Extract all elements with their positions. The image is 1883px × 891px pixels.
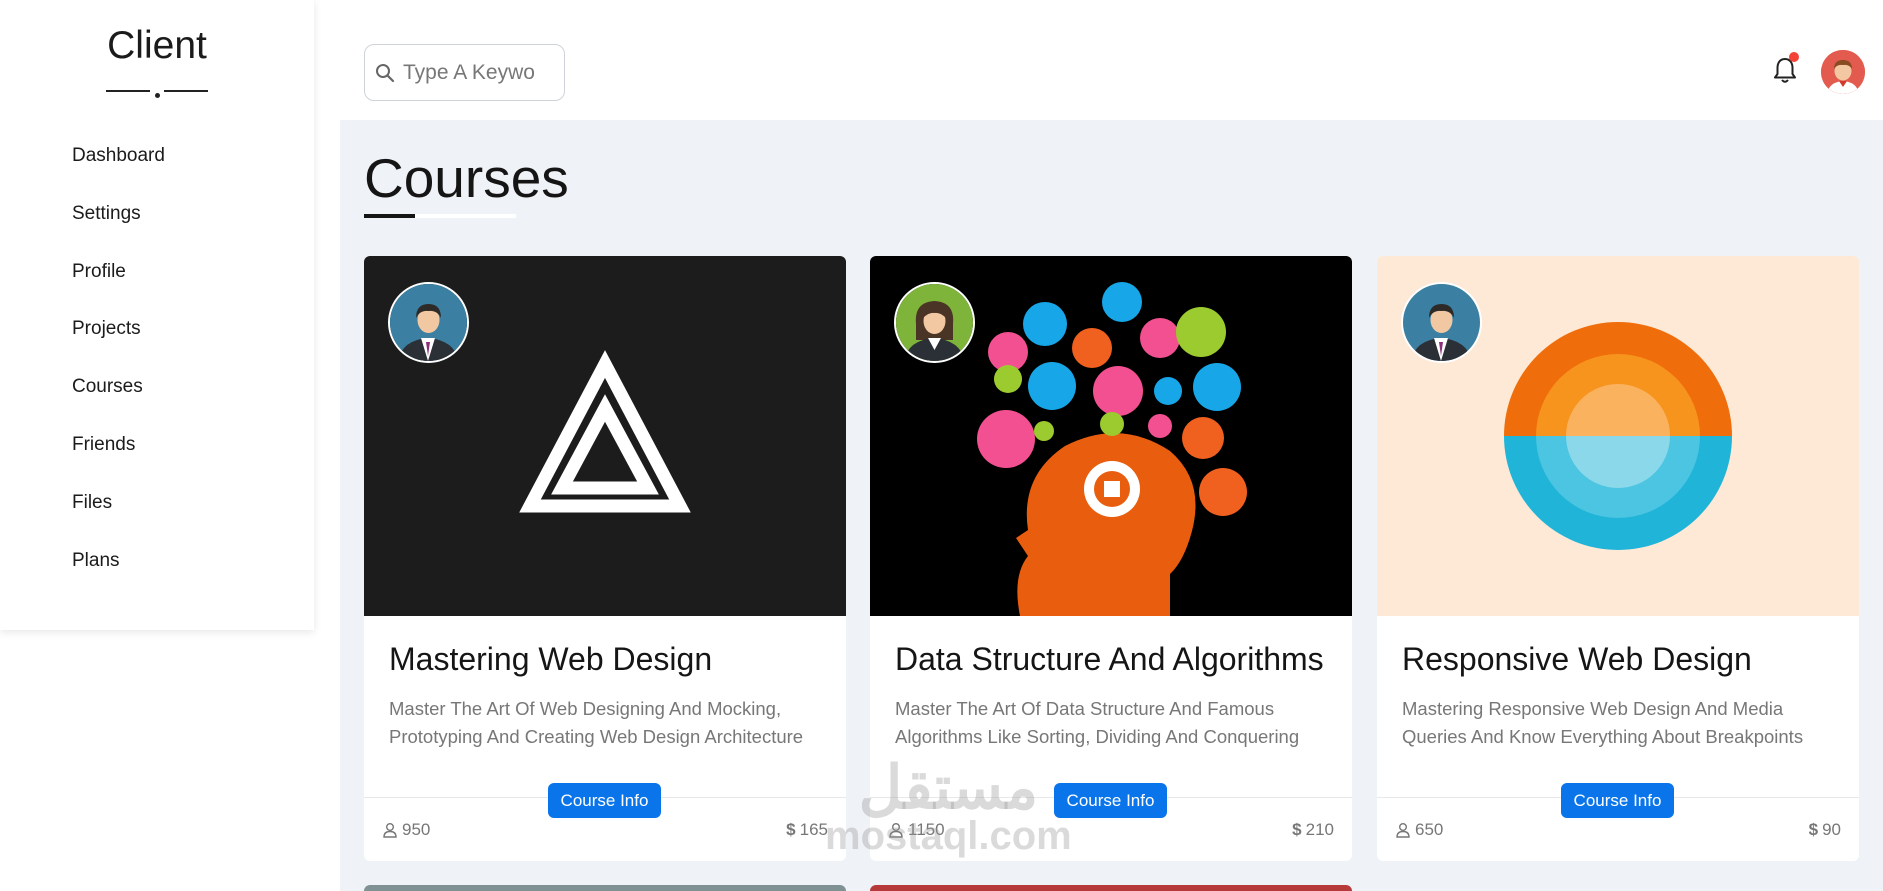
search-icon [376, 63, 395, 82]
user-icon [889, 823, 903, 838]
course-info-button[interactable]: Course Info [1561, 783, 1674, 818]
sidebar-item-courses[interactable]: Courses [72, 369, 165, 427]
sidebar-item-profile[interactable]: Profile [72, 254, 165, 312]
sidebar-nav: Dashboard Settings Profile Projects Cour… [72, 138, 165, 600]
price-value: 165 [799, 820, 828, 839]
brand-title: Client [107, 24, 207, 67]
teacher-avatar [1401, 282, 1482, 363]
dollar-icon: $ [1292, 820, 1302, 839]
students-value: 950 [402, 820, 431, 839]
course-card: Data Structure And Algorithms Master The… [870, 256, 1352, 861]
course-card-peek [364, 885, 846, 891]
main-content: Courses Mastering Web Design Master The … [340, 120, 1883, 891]
course-title: Responsive Web Design [1402, 641, 1752, 677]
sidebar-item-plans[interactable]: Plans [72, 543, 165, 601]
dollar-icon: $ [786, 820, 796, 839]
course-info-button[interactable]: Course Info [548, 783, 661, 818]
course-price: $210 [1292, 820, 1334, 840]
price-value: 210 [1305, 820, 1334, 839]
sidebar-item-projects[interactable]: Projects [72, 311, 165, 369]
course-price: $90 [1809, 820, 1841, 840]
title-underline [364, 214, 516, 218]
course-price: $165 [786, 820, 828, 840]
students-count: 950 [382, 820, 430, 840]
brand-divider [106, 88, 208, 100]
user-avatar[interactable] [1821, 50, 1865, 94]
course-description: Master The Art Of Data Structure And Fam… [895, 698, 1300, 747]
sidebar-item-dashboard[interactable]: Dashboard [72, 138, 165, 196]
course-card: Responsive Web Design Mastering Responsi… [1377, 256, 1859, 861]
course-card: Mastering Web Design Master The Art Of W… [364, 256, 846, 861]
search-box[interactable] [364, 44, 565, 101]
teacher-avatar [388, 282, 469, 363]
course-title: Data Structure And Algorithms [895, 641, 1324, 677]
notification-badge [1789, 52, 1799, 62]
top-bar [340, 0, 1883, 120]
teacher-avatar [894, 282, 975, 363]
page-title: Courses [364, 147, 569, 209]
course-card-peek [870, 885, 1352, 891]
course-description: Mastering Responsive Web Design And Medi… [1402, 698, 1804, 747]
search-input[interactable] [403, 60, 553, 85]
students-count: 650 [1395, 820, 1443, 840]
dollar-icon: $ [1808, 820, 1819, 839]
course-description: Master The Art Of Web Designing And Mock… [389, 698, 804, 747]
course-title: Mastering Web Design [389, 641, 713, 677]
students-value: 1150 [908, 820, 945, 839]
notification-button[interactable] [1771, 52, 1799, 85]
students-value: 650 [1415, 820, 1444, 839]
price-value: 90 [1822, 820, 1841, 839]
course-info-button[interactable]: Course Info [1054, 783, 1167, 818]
sidebar: Client Dashboard Settings Profile Projec… [0, 0, 314, 630]
user-icon [383, 823, 397, 838]
sidebar-item-files[interactable]: Files [72, 485, 165, 543]
sidebar-item-friends[interactable]: Friends [72, 427, 165, 485]
sidebar-item-settings[interactable]: Settings [72, 196, 165, 254]
user-icon [1396, 823, 1410, 838]
students-count: 1150 [888, 820, 945, 840]
